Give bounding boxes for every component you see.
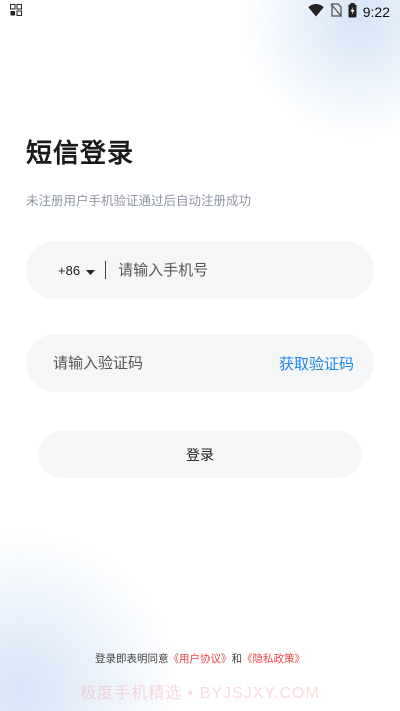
caret-down-icon [86,263,96,278]
battery-charging-icon [348,2,357,22]
login-button[interactable]: 登录 [38,431,362,478]
country-code-selector[interactable]: +86 [58,262,96,278]
page-subtitle: 未注册用户手机验证通过后自动注册成功 [26,193,252,208]
status-time: 9:22 [362,4,390,20]
field-divider [105,261,107,279]
code-field: 获取验证码 [26,334,374,392]
watermark: 极度手机精选 • BYJSJXY.COM [80,685,320,702]
phone-field: +86 [26,241,374,299]
agreement-prefix: 登录即表明同意 [95,653,169,665]
phone-input[interactable] [118,261,374,279]
country-code-label: +86 [58,262,81,278]
agreement-text: 登录即表明同意《用户协议》和《隐私政策》 [0,651,400,666]
agreement-connector: 和 [231,653,243,665]
notification-grid-icon [10,4,22,20]
verification-code-input[interactable] [53,354,279,372]
page-title: 短信登录 [26,139,135,169]
privacy-policy-link[interactable]: 《隐私政策》 [242,653,305,665]
get-code-button[interactable]: 获取验证码 [279,353,354,374]
no-sim-icon [330,3,342,21]
status-bar: 9:22 [0,0,400,24]
user-agreement-link[interactable]: 《用户协议》 [169,653,232,665]
wifi-icon [308,3,324,21]
